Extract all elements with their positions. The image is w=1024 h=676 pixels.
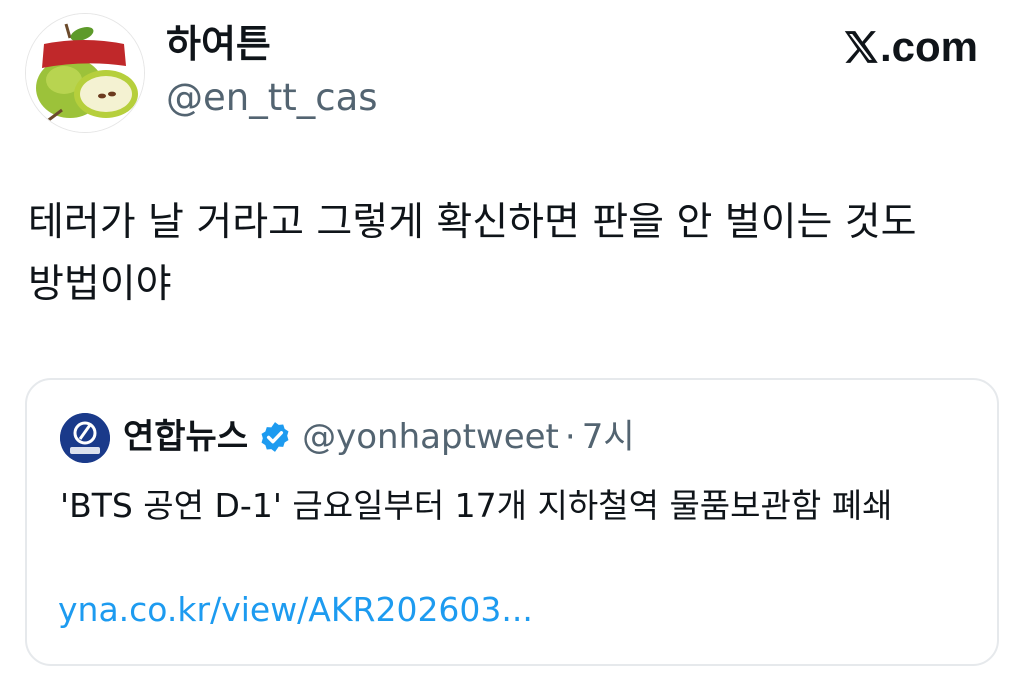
tweet-screenshot: 하여튼 @en_tt_cas .com 테러가 날 거라고 그렇게 확신하면 판…	[0, 0, 1024, 676]
verified-badge-icon	[261, 422, 289, 452]
site-branding: .com	[841, 22, 978, 72]
quote-link[interactable]: yna.co.kr/view/AKR202603...	[58, 586, 533, 634]
author-handle[interactable]: @en_tt_cas	[166, 74, 378, 122]
quote-header: 연합뉴스 @yonhaptweet · 7시	[123, 412, 635, 462]
pear-icon	[26, 14, 144, 132]
quote-avatar[interactable]	[60, 413, 110, 463]
yonhap-logo-icon	[60, 413, 110, 463]
x-logo-icon	[844, 31, 878, 63]
quote-text: 'BTS 공연 D-1' 금요일부터 17개 지하철역 물품보관함 폐쇄	[60, 486, 893, 525]
author-avatar[interactable]	[25, 13, 145, 133]
quote-author-handle[interactable]: @yonhaptweet	[302, 412, 559, 462]
quote-separator: ·	[564, 417, 576, 457]
quote-timestamp[interactable]: 7시	[582, 412, 635, 462]
site-label: .com	[879, 23, 978, 70]
quote-author-name[interactable]: 연합뉴스	[123, 412, 248, 462]
author-display-name[interactable]: 하여튼	[166, 18, 271, 70]
tweet-text: 테러가 날 거라고 그렇게 확신하면 판을 안 벌이는 것도 방법이야	[28, 200, 917, 307]
